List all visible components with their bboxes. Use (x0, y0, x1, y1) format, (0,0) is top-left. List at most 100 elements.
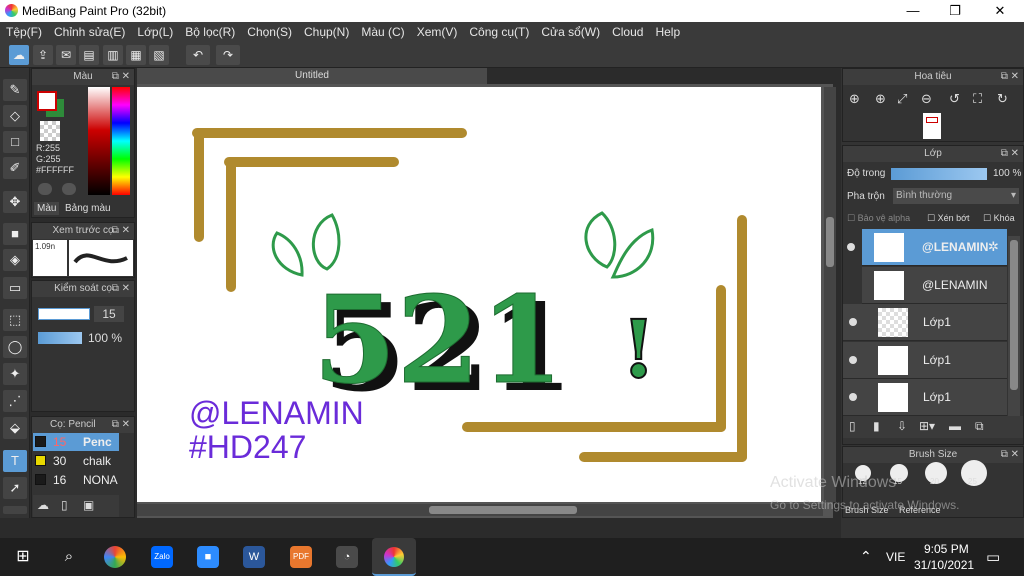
clock-time[interactable]: 9:05 PM (924, 542, 969, 556)
zoom-in-alt-icon[interactable]: ⊕ (875, 91, 886, 107)
minimize-button[interactable]: — (893, 2, 933, 20)
merge-layer-icon[interactable]: ⇩ (897, 419, 907, 433)
transparent-swatch[interactable] (40, 121, 60, 141)
text-tool-icon[interactable]: T (3, 450, 27, 472)
palette-alt-icon[interactable] (62, 183, 76, 195)
foreground-color-swatch[interactable] (37, 91, 57, 111)
maximize-button[interactable]: ❐ (935, 2, 975, 20)
dropper-tool-icon[interactable]: ✐ (3, 157, 27, 179)
brush-size-slider[interactable] (38, 308, 90, 320)
new-layer-icon[interactable]: ▯ (849, 419, 856, 433)
tab-color[interactable]: Màu (34, 202, 60, 215)
search-icon[interactable]: ⌕ (58, 546, 80, 568)
clock-date[interactable]: 31/10/2021 (914, 558, 974, 572)
close-icon[interactable]: ⧉ ✕ (1001, 146, 1019, 162)
brush-options-icon[interactable]: ▣ (83, 498, 94, 512)
horizontal-scrollbar[interactable] (137, 504, 823, 516)
menu-layer[interactable]: Lớp(L) (131, 22, 179, 39)
close-icon[interactable]: ⧉ ✕ (112, 69, 130, 85)
language-indicator[interactable]: VIE (886, 550, 905, 564)
close-icon[interactable]: ⧉ ✕ (112, 223, 130, 239)
eye-icon[interactable] (847, 243, 855, 251)
comment-icon[interactable]: ✉ (56, 45, 76, 65)
protect-alpha-checkbox[interactable]: ☐ Bảo vệ alpha (847, 213, 910, 224)
eye-icon[interactable] (849, 318, 857, 326)
redo-icon[interactable]: ↷ (216, 45, 240, 65)
zalo-icon[interactable]: Zalo (151, 546, 173, 568)
saturation-bar[interactable] (88, 87, 110, 195)
layout-icon[interactable]: ▧ (149, 45, 169, 65)
menu-filter[interactable]: Bộ lọc(R) (179, 22, 241, 39)
app-icon[interactable]: ◔ (336, 546, 358, 568)
layer-scrollbar[interactable] (1008, 236, 1020, 436)
tab-untitled[interactable]: Untitled (137, 68, 487, 84)
layer-row[interactable]: Lớp1 (843, 342, 1007, 379)
cloud-icon[interactable]: ☁ (9, 45, 29, 65)
lock-checkbox[interactable]: ☐ Khóa (983, 213, 1015, 224)
add-layer-icon[interactable]: ⊞▾ (919, 419, 935, 433)
share-icon[interactable]: ⇪ (33, 45, 53, 65)
gradient-tool-icon[interactable]: ▭ (3, 277, 27, 299)
medibang-taskbar-icon[interactable] (372, 538, 416, 576)
menu-file[interactable]: Tệp(F) (0, 22, 48, 39)
operation-tool-icon[interactable]: ➚ (3, 477, 27, 499)
layer-row[interactable]: @LENAMIN ✲ (862, 229, 1007, 266)
duplicate-icon[interactable]: ⧉ (975, 419, 984, 434)
menu-color[interactable]: Màu (C) (355, 22, 410, 39)
document-icon[interactable]: ▥ (103, 45, 123, 65)
fullscreen-icon[interactable]: ⛶ (973, 91, 982, 107)
hue-bar[interactable] (112, 87, 130, 195)
grid-icon[interactable]: ▦ (126, 45, 146, 65)
brush-opacity-slider[interactable] (38, 332, 82, 344)
chevron-up-icon[interactable]: ⌃ (860, 548, 872, 565)
menu-edit[interactable]: Chỉnh sửa(E) (48, 22, 131, 39)
close-icon[interactable]: ⧉ ✕ (1001, 447, 1019, 463)
menu-help[interactable]: Help (649, 22, 686, 39)
undo-icon[interactable]: ↶ (186, 45, 210, 65)
brush-item[interactable]: 16 NONA (33, 471, 119, 489)
select-tool-icon[interactable]: ⬚ (3, 309, 27, 331)
eraser-tool-icon[interactable]: ◇ (3, 105, 27, 127)
layer-scroll-thumb[interactable] (1010, 240, 1018, 390)
layer-opacity-slider[interactable] (891, 168, 987, 180)
palette-icon[interactable] (38, 183, 52, 195)
fill-rect-tool-icon[interactable]: ■ (3, 223, 27, 245)
canvas-paper[interactable]: 521 521 ! @LENAMIN #HD247 (137, 87, 821, 502)
close-button[interactable]: ✕ (980, 2, 1020, 20)
rotate-left-icon[interactable]: ↺ (949, 91, 960, 107)
pdf-icon[interactable]: PDF (290, 546, 312, 568)
close-icon[interactable]: ⧉ ✕ (112, 417, 130, 433)
layer-row[interactable]: @LENAMIN (862, 267, 1007, 304)
folder-icon[interactable]: ▬ (949, 419, 961, 433)
menu-window[interactable]: Cửa sổ(W) (535, 22, 606, 39)
more-tools-icon[interactable] (3, 506, 27, 514)
brush-size-value[interactable]: 15 (94, 306, 124, 322)
clipping-checkbox[interactable]: ☐ Xén bớt (927, 213, 970, 224)
navigator-viewport[interactable] (926, 117, 938, 123)
blend-mode-select[interactable]: Bình thường ▾ (893, 188, 1019, 204)
eye-icon[interactable] (849, 356, 857, 364)
menu-view[interactable]: Xem(V) (411, 22, 464, 39)
lasso-tool-icon[interactable]: ◯ (3, 336, 27, 358)
copy-layer-icon[interactable]: ▮ (873, 419, 880, 433)
magic-wand-icon[interactable]: ✦ (3, 363, 27, 385)
close-icon[interactable]: ⧉ ✕ (1001, 69, 1019, 85)
layer-row[interactable]: Lớp1 (843, 304, 1007, 341)
vertical-scrollbar[interactable] (824, 87, 836, 502)
horizontal-scroll-thumb[interactable] (429, 506, 577, 514)
fit-icon[interactable]: ⤢ (897, 91, 907, 107)
menu-tools[interactable]: Công cụ(T) (463, 22, 535, 39)
chrome-icon[interactable] (104, 546, 126, 568)
rectangle-tool-icon[interactable]: □ (3, 131, 27, 153)
zoom-out-icon[interactable]: ⊖ (921, 91, 932, 107)
rotate-right-icon[interactable]: ↻ (997, 91, 1008, 107)
word-icon[interactable]: W (243, 546, 265, 568)
menu-capture[interactable]: Chụp(N) (298, 22, 355, 39)
move-tool-icon[interactable]: ✥ (3, 191, 27, 213)
cloud-brush-icon[interactable]: ☁ (37, 498, 49, 512)
brush-tool-icon[interactable]: ✎ (3, 79, 27, 101)
select-pen-icon[interactable]: ⋰ (3, 390, 27, 412)
close-icon[interactable]: ⧉ ✕ (112, 281, 130, 297)
menu-cloud[interactable]: Cloud (606, 22, 649, 39)
tab-palette[interactable]: Bảng màu (62, 202, 114, 215)
